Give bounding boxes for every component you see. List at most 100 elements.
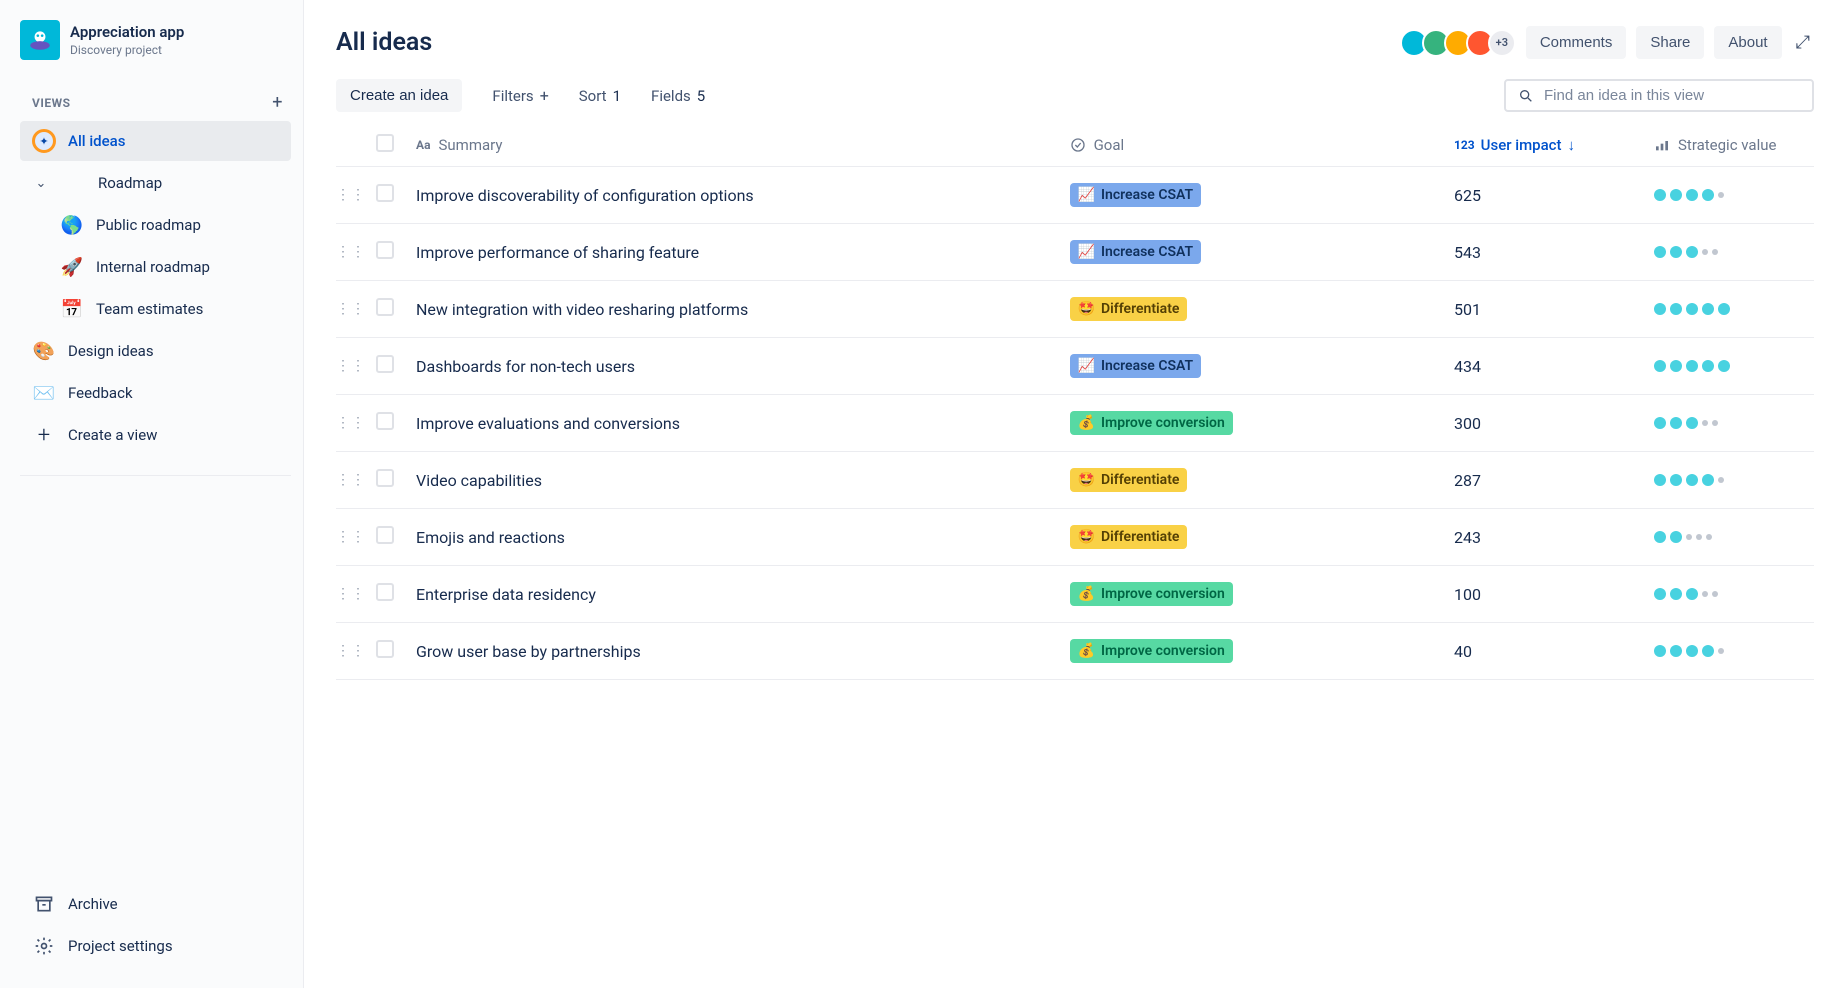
sidebar: Appreciation app Discovery project VIEWS…: [0, 0, 304, 988]
table-row[interactable]: ⋮⋮ New integration with video resharing p…: [336, 281, 1814, 338]
cell-strategic-value[interactable]: [1654, 360, 1814, 372]
cell-summary[interactable]: Enterprise data residency: [416, 585, 1070, 604]
cell-user-impact[interactable]: 501: [1454, 300, 1654, 319]
sidebar-item-public-roadmap[interactable]: 🌎Public roadmap: [20, 205, 291, 245]
drag-handle-icon[interactable]: ⋮⋮: [336, 187, 366, 203]
table-row[interactable]: ⋮⋮ Emojis and reactions🤩Differentiate243: [336, 509, 1814, 566]
drag-handle-icon[interactable]: ⋮⋮: [336, 301, 366, 317]
rating-dot-filled: [1686, 303, 1698, 315]
cell-strategic-value[interactable]: [1654, 246, 1814, 258]
cell-summary[interactable]: Emojis and reactions: [416, 528, 1070, 547]
cell-user-impact[interactable]: 287: [1454, 471, 1654, 490]
sidebar-item-all-ideas[interactable]: ✦All ideas: [20, 121, 291, 161]
cell-strategic-value[interactable]: [1654, 417, 1814, 429]
filters-button[interactable]: Filters +: [492, 86, 548, 105]
sidebar-item-label: Team estimates: [96, 300, 203, 318]
cell-strategic-value[interactable]: [1654, 303, 1814, 315]
cell-strategic-value[interactable]: [1654, 588, 1814, 600]
sidebar-item-feedback[interactable]: ✉️Feedback: [20, 373, 291, 413]
expand-icon[interactable]: ⤢: [1792, 28, 1814, 57]
cell-goal[interactable]: 🤩Differentiate: [1070, 525, 1454, 549]
cell-user-impact[interactable]: 434: [1454, 357, 1654, 376]
table-row[interactable]: ⋮⋮ Dashboards for non-tech users📈Increase…: [336, 338, 1814, 395]
drag-handle-icon[interactable]: ⋮⋮: [336, 529, 366, 545]
cell-summary[interactable]: Video capabilities: [416, 471, 1070, 490]
drag-handle-icon[interactable]: ⋮⋮: [336, 586, 366, 602]
cell-strategic-value[interactable]: [1654, 645, 1814, 657]
table-row[interactable]: ⋮⋮ Improve evaluations and conversions💰Im…: [336, 395, 1814, 452]
search-input[interactable]: [1544, 87, 1800, 104]
create-idea-button[interactable]: Create an idea: [336, 79, 462, 112]
row-checkbox[interactable]: [376, 355, 394, 373]
cell-strategic-value[interactable]: [1654, 474, 1814, 486]
sidebar-item-project-settings[interactable]: Project settings: [20, 926, 291, 966]
avatar-more[interactable]: +3: [1488, 29, 1516, 57]
share-button[interactable]: Share: [1636, 26, 1704, 59]
cell-user-impact[interactable]: 625: [1454, 186, 1654, 205]
sidebar-item-design-ideas[interactable]: 🎨Design ideas: [20, 331, 291, 371]
cell-summary[interactable]: Dashboards for non-tech users: [416, 357, 1070, 376]
cell-strategic-value[interactable]: [1654, 189, 1814, 201]
cell-goal[interactable]: 🤩Differentiate: [1070, 468, 1454, 492]
table-row[interactable]: ⋮⋮ Improve performance of sharing feature…: [336, 224, 1814, 281]
search-box[interactable]: [1504, 79, 1814, 112]
cell-summary[interactable]: Improve performance of sharing feature: [416, 243, 1070, 262]
column-summary[interactable]: Aa Summary: [416, 136, 1070, 154]
cell-goal[interactable]: 💰Improve conversion: [1070, 582, 1454, 606]
drag-handle-icon[interactable]: ⋮⋮: [336, 472, 366, 488]
globe-icon: 🌎: [60, 213, 84, 237]
row-checkbox[interactable]: [376, 298, 394, 316]
cell-summary[interactable]: Grow user base by partnerships: [416, 642, 1070, 661]
project-header[interactable]: Appreciation app Discovery project: [20, 20, 291, 60]
sidebar-item-create-a-view[interactable]: +Create a view: [20, 415, 291, 455]
cell-strategic-value[interactable]: [1654, 531, 1814, 543]
add-view-icon[interactable]: +: [272, 92, 283, 113]
column-user-impact[interactable]: 123 User impact ↓: [1454, 136, 1654, 154]
row-checkbox[interactable]: [376, 469, 394, 487]
sidebar-item-internal-roadmap[interactable]: 🚀Internal roadmap: [20, 247, 291, 287]
table-row[interactable]: ⋮⋮ Enterprise data residency💰Improve conv…: [336, 566, 1814, 623]
cell-goal[interactable]: 📈Increase CSAT: [1070, 183, 1454, 207]
cell-summary[interactable]: New integration with video resharing pla…: [416, 300, 1070, 319]
cell-user-impact[interactable]: 40: [1454, 642, 1654, 661]
cell-summary[interactable]: Improve evaluations and conversions: [416, 414, 1070, 433]
cell-goal[interactable]: 💰Improve conversion: [1070, 411, 1454, 435]
column-goal[interactable]: Goal: [1070, 136, 1454, 154]
row-checkbox[interactable]: [376, 640, 394, 658]
cell-goal[interactable]: 📈Increase CSAT: [1070, 354, 1454, 378]
row-checkbox[interactable]: [376, 583, 394, 601]
row-checkbox[interactable]: [376, 412, 394, 430]
cell-goal[interactable]: 📈Increase CSAT: [1070, 240, 1454, 264]
table-row[interactable]: ⋮⋮ Grow user base by partnerships💰Improve…: [336, 623, 1814, 680]
cell-goal[interactable]: 💰Improve conversion: [1070, 639, 1454, 663]
about-button[interactable]: About: [1714, 26, 1781, 59]
table-row[interactable]: ⋮⋮ Video capabilities🤩Differentiate287: [336, 452, 1814, 509]
goal-label: Increase CSAT: [1101, 187, 1193, 203]
row-checkbox[interactable]: [376, 184, 394, 202]
drag-handle-icon[interactable]: ⋮⋮: [336, 358, 366, 374]
cell-user-impact[interactable]: 100: [1454, 585, 1654, 604]
cell-user-impact[interactable]: 243: [1454, 528, 1654, 547]
collaborator-avatars[interactable]: +3: [1406, 29, 1516, 57]
sidebar-item-roadmap[interactable]: ⌄Roadmap: [20, 163, 291, 203]
rating-dot-filled: [1702, 474, 1714, 486]
sort-button[interactable]: Sort 1: [579, 87, 621, 105]
fields-button[interactable]: Fields 5: [651, 87, 705, 105]
cell-user-impact[interactable]: 543: [1454, 243, 1654, 262]
cell-user-impact[interactable]: 300: [1454, 414, 1654, 433]
cell-summary[interactable]: Improve discoverability of configuration…: [416, 186, 1070, 205]
drag-handle-icon[interactable]: ⋮⋮: [336, 643, 366, 659]
cell-goal[interactable]: 🤩Differentiate: [1070, 297, 1454, 321]
row-checkbox[interactable]: [376, 241, 394, 259]
drag-handle-icon[interactable]: ⋮⋮: [336, 415, 366, 431]
row-checkbox[interactable]: [376, 526, 394, 544]
sidebar-item-archive[interactable]: Archive: [20, 884, 291, 924]
goal-label: Differentiate: [1101, 301, 1179, 317]
column-strategic-value[interactable]: Strategic value: [1654, 136, 1814, 154]
comments-button[interactable]: Comments: [1526, 26, 1627, 59]
drag-handle-icon[interactable]: ⋮⋮: [336, 244, 366, 260]
select-all-checkbox[interactable]: [376, 134, 394, 152]
table-row[interactable]: ⋮⋮ Improve discoverability of configurati…: [336, 167, 1814, 224]
sidebar-item-team-estimates[interactable]: 📅Team estimates: [20, 289, 291, 329]
goal-badge: 📈Increase CSAT: [1070, 354, 1202, 378]
